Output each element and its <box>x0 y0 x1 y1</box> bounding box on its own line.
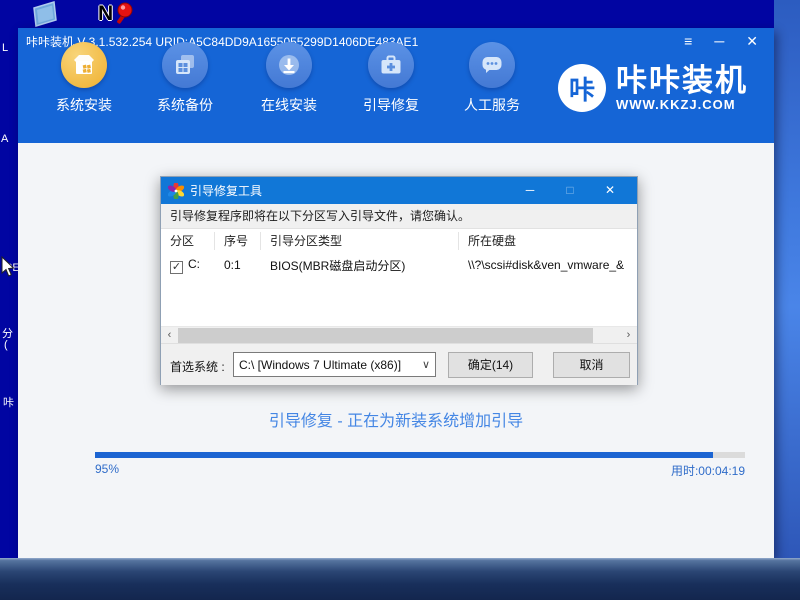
backup-icon <box>162 42 208 88</box>
nav-label: 系统备份 <box>147 95 223 115</box>
col-header-type: 引导分区类型 <box>261 232 459 250</box>
desktop: { "desktop": { "fragments": ["L", "A", "… <box>0 0 800 600</box>
selected-system-value: C:\ [Windows 7 Ultimate (x86)] <box>239 358 401 372</box>
progress-section: 95% 用时:00:04:19 <box>95 452 745 479</box>
menu-icon[interactable]: ≡ <box>684 28 692 55</box>
cell-type: BIOS(MBR磁盘启动分区) <box>261 257 459 274</box>
repair-kit-icon <box>368 42 414 88</box>
cell-index: 0:1 <box>215 258 261 272</box>
close-icon[interactable]: ✕ <box>746 28 758 55</box>
app-header: 咔咔装机 V 3.1.532.254 URID:A5C84DD9A1655055… <box>18 28 774 143</box>
status-text: 引导修复 - 正在为新装系统增加引导 <box>18 407 774 431</box>
boot-repair-dialog: 引导修复工具 ─ □ ✕ 引导修复程序即将在以下分区写入引导文件，请您确认。 分… <box>160 176 638 385</box>
desktop-label-fragment: ( <box>4 339 8 351</box>
horizontal-scrollbar[interactable]: ‹ › <box>161 326 637 343</box>
brand-url: WWW.KKZJ.COM <box>616 97 748 112</box>
preferred-system-select[interactable]: C:\ [Windows 7 Ultimate (x86)] ∨ <box>233 352 436 377</box>
dialog-close-icon[interactable]: ✕ <box>590 177 630 204</box>
dialog-message: 引导修复程序即将在以下分区写入引导文件，请您确认。 <box>161 204 637 229</box>
desktop-label-fragment: A <box>1 133 8 145</box>
dialog-titlebar[interactable]: 引导修复工具 ─ □ ✕ <box>161 177 637 204</box>
nav-item-live-support[interactable]: 人工服务 <box>454 42 530 115</box>
taskbar: 咔 <box>0 558 800 600</box>
nav-item-system-backup[interactable]: 系统备份 <box>147 42 223 115</box>
scroll-left-icon[interactable]: ‹ <box>161 327 178 344</box>
mouse-cursor <box>1 256 15 278</box>
brand-name: 咔咔装机 <box>616 65 748 97</box>
desktop-key-icon[interactable]: N <box>98 2 135 28</box>
nav-label: 在线安装 <box>251 95 327 115</box>
dialog-maximize-icon[interactable]: □ <box>550 177 590 204</box>
dialog-minimize-icon[interactable]: ─ <box>510 177 550 204</box>
cell-disk: \\?\scsi#disk&ven_vmware_& <box>459 258 637 272</box>
red-key-glyph <box>113 2 135 28</box>
kaka-logo-icon: 咔 <box>558 64 606 112</box>
desktop-key-icon-label: N <box>98 2 113 28</box>
nav-label: 系统安装 <box>46 95 122 115</box>
desktop-label-fragment: 咔 <box>3 394 14 410</box>
install-box-icon <box>61 42 107 88</box>
col-header-partition: 分区 <box>161 232 215 250</box>
table-header-row: 分区 序号 引导分区类型 所在硬盘 <box>161 229 637 253</box>
nav-item-boot-repair[interactable]: 引导修复 <box>353 42 429 115</box>
partition-checkbox[interactable]: ✓ <box>170 261 183 274</box>
desktop-wallpaper-right <box>774 0 800 558</box>
minimize-icon[interactable]: ─ <box>714 28 724 55</box>
nav-item-system-install[interactable]: 系统安装 <box>46 42 122 115</box>
progress-bar <box>95 452 745 458</box>
desktop-label-fragment: L <box>2 42 8 54</box>
table-row[interactable]: ✓ C: 0:1 BIOS(MBR磁盘启动分区) \\?\scsi#disk&ve… <box>161 253 637 277</box>
col-header-index: 序号 <box>215 232 261 250</box>
dialog-title: 引导修复工具 <box>190 182 262 199</box>
nav-item-online-install[interactable]: 在线安装 <box>251 42 327 115</box>
progress-percent: 95% <box>95 462 119 479</box>
brand-logo: 咔 咔咔装机 WWW.KKZJ.COM <box>558 64 748 112</box>
scroll-right-icon[interactable]: › <box>620 327 637 344</box>
scrollbar-thumb[interactable] <box>178 328 593 343</box>
chevron-down-icon: ∨ <box>422 358 430 371</box>
ok-button[interactable]: 确定(14) <box>448 352 533 378</box>
progress-bar-fill <box>95 452 713 458</box>
pinwheel-icon <box>168 183 184 199</box>
download-icon <box>266 42 312 88</box>
elapsed-time: 用时:00:04:19 <box>671 462 745 479</box>
nav-label: 引导修复 <box>353 95 429 115</box>
preferred-system-label: 首选系统 : <box>170 358 225 375</box>
nav-label: 人工服务 <box>454 95 530 115</box>
cell-partition: C: <box>188 257 200 271</box>
col-header-disk: 所在硬盘 <box>459 232 637 250</box>
chat-icon <box>469 42 515 88</box>
cancel-button[interactable]: 取消 <box>553 352 630 378</box>
partition-table: 分区 序号 引导分区类型 所在硬盘 ✓ C: 0:1 BIOS(MBR磁盘启动分区… <box>161 229 637 326</box>
dialog-footer: 首选系统 : C:\ [Windows 7 Ultimate (x86)] ∨ … <box>161 343 637 385</box>
